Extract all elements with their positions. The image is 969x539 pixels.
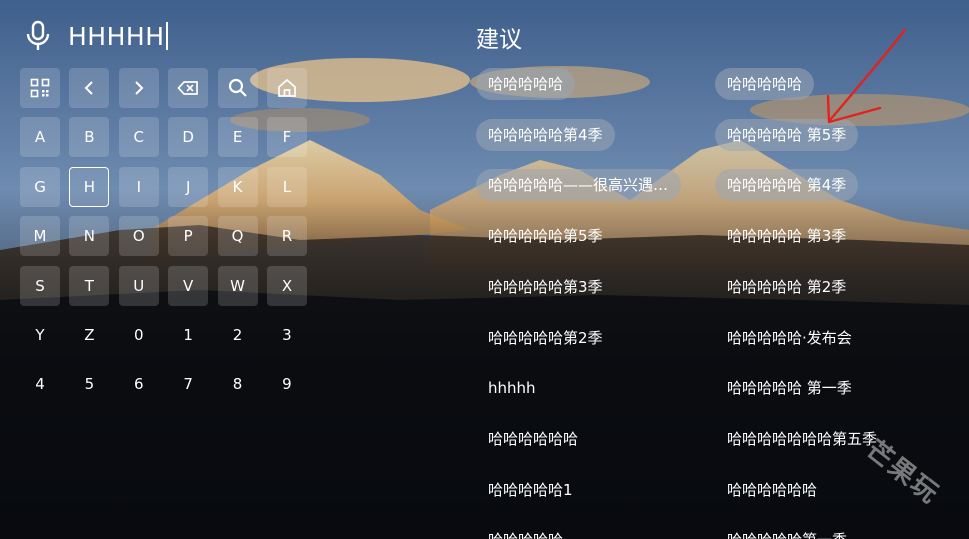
key-s[interactable]: S bbox=[20, 265, 60, 306]
key-u[interactable]: U bbox=[118, 265, 159, 306]
key-g[interactable]: G bbox=[20, 166, 60, 207]
key-y[interactable]: Y bbox=[20, 315, 60, 355]
key-t[interactable]: T bbox=[69, 265, 110, 306]
suggestion-item-left-6[interactable]: 哈哈哈哈哈第2季 bbox=[476, 322, 615, 354]
key-b[interactable]: B bbox=[69, 117, 110, 158]
key-5[interactable]: 5 bbox=[69, 364, 109, 404]
key-f[interactable]: F bbox=[266, 117, 307, 158]
suggestions-title: 建议 bbox=[476, 27, 522, 53]
key-x[interactable]: X bbox=[266, 265, 307, 306]
key-2[interactable]: 2 bbox=[218, 315, 258, 355]
cursor-right-button[interactable] bbox=[118, 68, 159, 108]
suggestion-item-right-1[interactable]: 哈哈哈哈哈 bbox=[715, 68, 815, 100]
microphone-icon[interactable] bbox=[22, 14, 54, 58]
key-j[interactable]: J bbox=[168, 166, 209, 207]
suggestion-item-left-7[interactable]: hhhhh bbox=[476, 372, 548, 404]
key-a[interactable]: A bbox=[20, 117, 60, 158]
search-query-text[interactable]: HHHHH bbox=[68, 21, 168, 51]
suggestion-item-left-8[interactable]: 哈哈哈哈哈哈 bbox=[476, 423, 590, 455]
text-cursor bbox=[165, 21, 168, 50]
key-v[interactable]: V bbox=[168, 265, 209, 306]
search-bar[interactable]: HHHHH bbox=[22, 14, 168, 58]
home-button[interactable] bbox=[266, 68, 307, 108]
key-z[interactable]: Z bbox=[69, 315, 109, 355]
key-m[interactable]: M bbox=[20, 216, 60, 257]
search-button[interactable] bbox=[217, 68, 258, 108]
key-l[interactable]: L bbox=[266, 166, 307, 207]
qr-code-button[interactable] bbox=[20, 68, 60, 108]
suggestion-item-left-3[interactable]: 哈哈哈哈哈——很高兴遇见你 bbox=[476, 169, 681, 202]
key-w[interactable]: W bbox=[217, 265, 258, 306]
suggestion-item-right-2[interactable]: 哈哈哈哈哈 第5季 bbox=[715, 118, 859, 151]
key-r[interactable]: R bbox=[266, 216, 307, 257]
key-p[interactable]: P bbox=[168, 216, 209, 257]
key-3[interactable]: 3 bbox=[267, 315, 307, 355]
key-k[interactable]: K bbox=[217, 166, 258, 207]
search-icon bbox=[228, 78, 247, 97]
suggestion-item-right-8[interactable]: 哈哈哈哈哈哈哈第五季 bbox=[715, 423, 889, 455]
suggestion-item-left-4[interactable]: 哈哈哈哈哈第5季 bbox=[476, 220, 615, 252]
key-4[interactable]: 4 bbox=[20, 364, 60, 404]
key-o[interactable]: O bbox=[118, 216, 159, 257]
suggestion-item-right-9[interactable]: 哈哈哈哈哈哈 bbox=[715, 474, 829, 506]
key-7[interactable]: 7 bbox=[168, 364, 208, 404]
key-6[interactable]: 6 bbox=[119, 364, 159, 404]
backspace-button[interactable] bbox=[168, 68, 209, 108]
cursor-left-button[interactable] bbox=[69, 68, 110, 108]
home-icon bbox=[278, 78, 296, 97]
key-n[interactable]: N bbox=[69, 216, 110, 257]
key-0[interactable]: 0 bbox=[119, 315, 159, 355]
suggestion-item-right-5[interactable]: 哈哈哈哈哈 第2季 bbox=[715, 271, 858, 303]
suggestion-item-right-10[interactable]: 哈哈哈哈哈第一季 bbox=[715, 524, 859, 539]
key-i[interactable]: I bbox=[118, 166, 159, 207]
suggestion-item-left-2[interactable]: 哈哈哈哈哈第4季 bbox=[476, 118, 615, 151]
key-9[interactable]: 9 bbox=[267, 364, 307, 404]
key-d[interactable]: D bbox=[168, 117, 209, 158]
suggestion-item-right-6[interactable]: 哈哈哈哈哈·发布会 bbox=[715, 322, 864, 354]
key-c[interactable]: C bbox=[118, 117, 159, 158]
suggestion-item-left-9[interactable]: 哈哈哈哈哈1 bbox=[476, 474, 585, 506]
backspace-icon bbox=[177, 81, 199, 95]
suggestion-item-left-1[interactable]: 哈哈哈哈哈 bbox=[476, 68, 576, 100]
qr-code-icon bbox=[30, 78, 50, 98]
suggestion-item-right-7[interactable]: 哈哈哈哈哈 第一季 bbox=[715, 372, 864, 404]
arrow-left-icon bbox=[84, 81, 94, 95]
onscreen-keyboard: ABCDEF GHIJKL MNOPQR STUVWX YZ0123 456789 bbox=[20, 68, 307, 404]
key-e[interactable]: E bbox=[217, 117, 258, 158]
arrow-right-icon bbox=[135, 81, 144, 95]
suggestion-item-right-4[interactable]: 哈哈哈哈哈 第3季 bbox=[715, 220, 858, 252]
key-h[interactable]: H bbox=[69, 166, 110, 207]
suggestion-item-left-5[interactable]: 哈哈哈哈哈第3季 bbox=[476, 271, 615, 303]
suggestion-item-right-3[interactable]: 哈哈哈哈哈 第4季 bbox=[715, 169, 859, 202]
key-8[interactable]: 8 bbox=[218, 364, 258, 404]
search-query-value: HHHHH bbox=[68, 21, 165, 51]
suggestion-item-left-10[interactable]: 哈哈哈哈哈 bbox=[476, 524, 575, 539]
key-q[interactable]: Q bbox=[217, 216, 258, 257]
key-1[interactable]: 1 bbox=[168, 315, 208, 355]
